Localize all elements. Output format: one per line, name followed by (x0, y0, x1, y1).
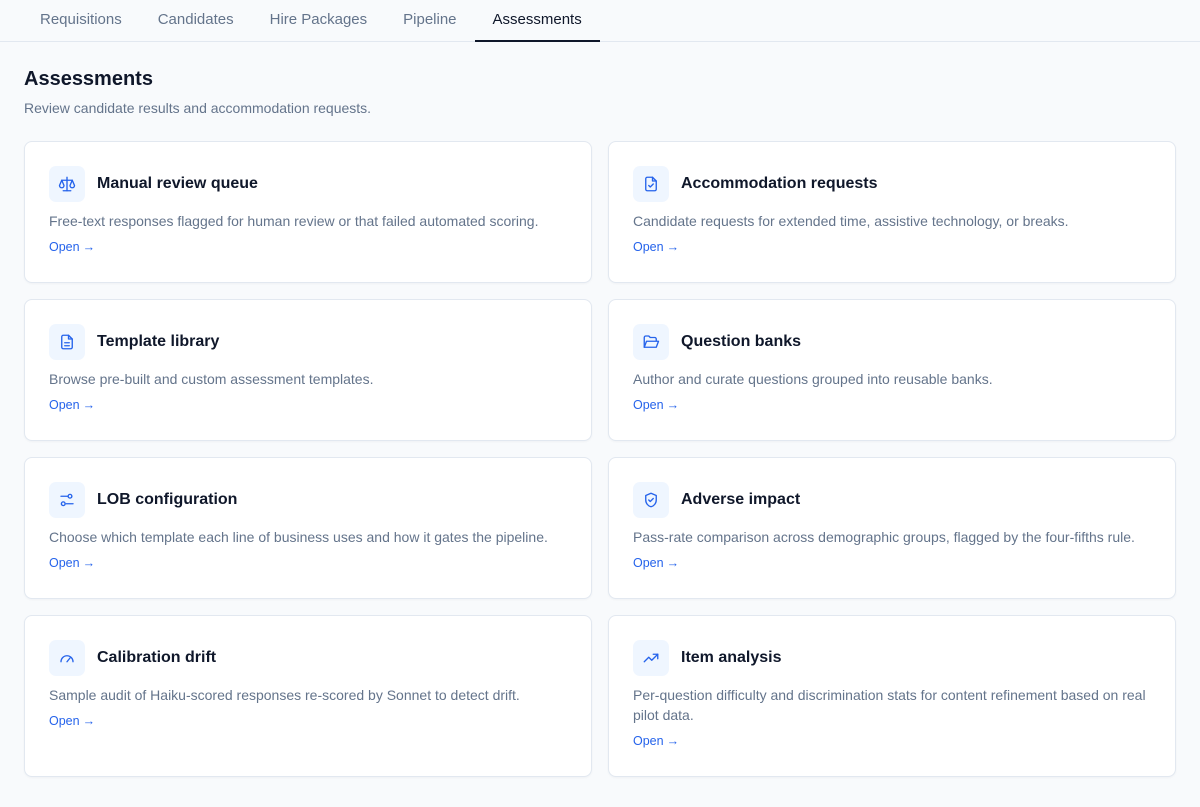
shield-check-icon (633, 482, 669, 518)
card-description: Free-text responses flagged for human re… (49, 213, 539, 229)
open-link-lob-configuration[interactable]: Open → (49, 556, 95, 570)
main-content: Assessments Review candidate results and… (0, 42, 1200, 777)
card-calibration-drift: Calibration drift Sample audit of Haiku-… (24, 615, 592, 777)
tab-assessments[interactable]: Assessments (474, 0, 600, 42)
card-description: Pass-rate comparison across demographic … (633, 529, 1135, 545)
top-tab-bar: Requisitions Candidates Hire Packages Pi… (0, 0, 1200, 42)
card-title: LOB configuration (97, 491, 238, 508)
tab-requisitions[interactable]: Requisitions (22, 0, 140, 42)
card-lob-configuration: LOB configuration Choose which template … (24, 457, 592, 599)
card-header: Item analysis (633, 640, 1151, 676)
gauge-icon (49, 640, 85, 676)
card-title: Question banks (681, 333, 802, 350)
card-description: Choose which template each line of busin… (49, 529, 548, 545)
tab-hire-packages[interactable]: Hire Packages (252, 0, 386, 42)
arrow-right-icon: → (82, 240, 96, 254)
card-adverse-impact: Adverse impact Pass-rate comparison acro… (608, 457, 1176, 599)
open-link-manual-review-queue[interactable]: Open → (49, 240, 95, 254)
open-link-label: Open (633, 734, 664, 748)
open-link-question-banks[interactable]: Open → (633, 398, 679, 412)
card-item-analysis: Item analysis Per-question difficulty an… (608, 615, 1176, 777)
open-link-template-library[interactable]: Open → (49, 398, 95, 412)
arrow-right-icon: → (666, 734, 680, 748)
open-link-label: Open (49, 714, 80, 728)
card-title: Accommodation requests (681, 175, 878, 192)
open-link-adverse-impact[interactable]: Open → (633, 556, 679, 570)
open-link-label: Open (633, 556, 664, 570)
card-question-banks: Question banks Author and curate questio… (608, 299, 1176, 441)
card-header: Accommodation requests (633, 166, 1151, 202)
open-link-label: Open (49, 240, 80, 254)
document-icon (49, 324, 85, 360)
arrow-right-icon: → (82, 556, 96, 570)
card-title: Adverse impact (681, 491, 801, 508)
card-header: Manual review queue (49, 166, 567, 202)
card-manual-review-queue: Manual review queue Free-text responses … (24, 141, 592, 283)
open-link-calibration-drift[interactable]: Open → (49, 714, 95, 728)
open-link-accommodation-requests[interactable]: Open → (633, 240, 679, 254)
tab-candidates[interactable]: Candidates (140, 0, 252, 42)
arrow-right-icon: → (82, 714, 96, 728)
card-description: Author and curate questions grouped into… (633, 371, 993, 387)
page-subtitle: Review candidate results and accommodati… (24, 100, 372, 116)
open-link-label: Open (633, 398, 664, 412)
card-header: Question banks (633, 324, 1151, 360)
trending-up-icon (633, 640, 669, 676)
card-header: Calibration drift (49, 640, 567, 676)
card-title: Item analysis (681, 649, 782, 666)
card-title: Template library (97, 333, 220, 350)
file-check-icon (633, 166, 669, 202)
card-header: Adverse impact (633, 482, 1151, 518)
arrow-right-icon: → (666, 398, 680, 412)
card-accommodation-requests: Accommodation requests Candidate request… (608, 141, 1176, 283)
tab-pipeline[interactable]: Pipeline (385, 0, 474, 42)
open-link-item-analysis[interactable]: Open → (633, 734, 679, 748)
arrow-right-icon: → (666, 556, 680, 570)
card-description: Per-question difficulty and discriminati… (633, 687, 1146, 723)
arrow-right-icon: → (666, 240, 680, 254)
page-title: Assessments (24, 68, 153, 90)
folder-open-icon (633, 324, 669, 360)
card-title: Manual review queue (97, 175, 258, 192)
card-header: LOB configuration (49, 482, 567, 518)
arrow-right-icon: → (82, 398, 96, 412)
scale-icon (49, 166, 85, 202)
open-link-label: Open (633, 240, 664, 254)
card-grid: Manual review queue Free-text responses … (24, 141, 1176, 777)
card-template-library: Template library Browse pre-built and cu… (24, 299, 592, 441)
card-description: Browse pre-built and custom assessment t… (49, 371, 374, 387)
card-header: Template library (49, 324, 567, 360)
open-link-label: Open (49, 556, 80, 570)
card-description: Sample audit of Haiku-scored responses r… (49, 687, 520, 703)
card-description: Candidate requests for extended time, as… (633, 213, 1069, 229)
card-title: Calibration drift (97, 649, 217, 666)
open-link-label: Open (49, 398, 80, 412)
sliders-icon (49, 482, 85, 518)
